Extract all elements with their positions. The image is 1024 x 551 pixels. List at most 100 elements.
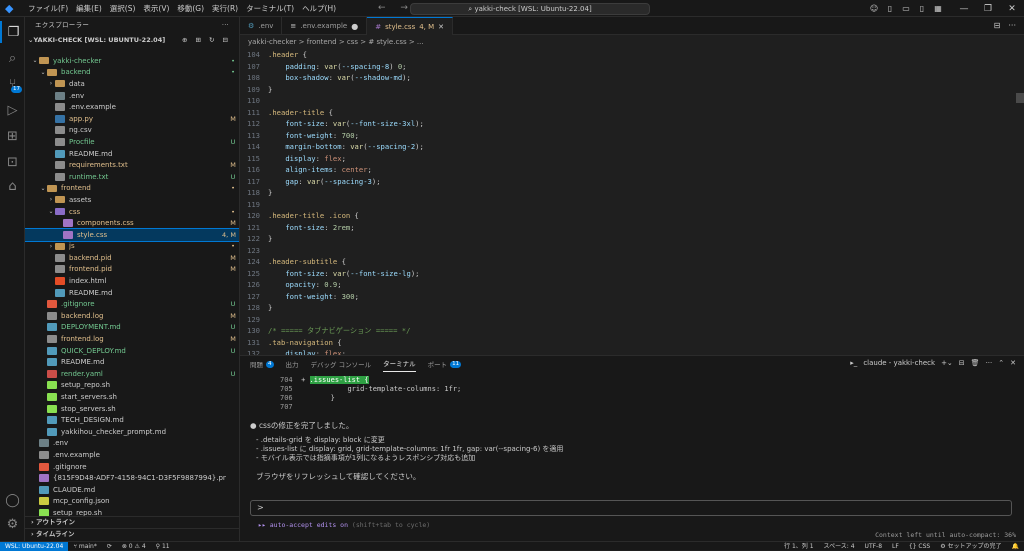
trash-icon[interactable]: 🗑 [971, 359, 980, 367]
indentation[interactable]: スペース: 4 [819, 542, 860, 551]
tree-item[interactable]: ⌄ css • [25, 206, 239, 218]
tree-item[interactable]: README.md [25, 148, 239, 160]
language-mode[interactable]: {} CSS [904, 542, 935, 551]
minimize-icon[interactable]: — [952, 4, 976, 14]
tree-item[interactable]: yakkihou_checker_prompt.md [25, 426, 239, 438]
tree-item[interactable]: frontend.pid M [25, 264, 239, 276]
split-terminal-icon[interactable]: ⊟ [959, 359, 965, 367]
menu-selection[interactable]: 選択(S) [106, 0, 140, 17]
tab-style-css[interactable]: # style.css 4, M ✕ [367, 17, 454, 35]
maximize-panel-icon[interactable]: ⌃ [998, 359, 1004, 367]
tree-item[interactable]: components.css M [25, 217, 239, 229]
branch-icon[interactable]: ⑂ main* [68, 542, 102, 551]
split-editor-icon[interactable]: ⊟ [994, 21, 1001, 30]
tree-item[interactable]: .env.example [25, 449, 239, 461]
notifications-icon[interactable]: 🔔 [1007, 542, 1024, 551]
tree-item[interactable]: stop_servers.sh [25, 403, 239, 415]
scrollbar[interactable] [1016, 49, 1024, 355]
tree-item[interactable]: runtime.txt U [25, 171, 239, 183]
toggle-secondary-sidebar-icon[interactable]: ▯ [914, 4, 930, 13]
source-control-icon[interactable]: ⑂ 17 [0, 73, 25, 95]
eol[interactable]: LF [887, 542, 904, 551]
tree-item[interactable]: Procfile U [25, 136, 239, 148]
menu-edit[interactable]: 編集(E) [72, 0, 106, 17]
toggle-panel-icon[interactable]: ▭ [898, 4, 914, 13]
copilot-icon[interactable]: ☺ [866, 4, 882, 13]
remote-indicator[interactable]: WSL: Ubuntu-22.04 [0, 541, 69, 551]
tree-item[interactable]: .env [25, 438, 239, 450]
panel-tab[interactable]: 出力 [286, 359, 299, 369]
prompt-input[interactable]: > [250, 500, 1012, 516]
extensions-icon[interactable]: ⊞ [0, 125, 25, 147]
tree-item[interactable]: .gitignore U [25, 298, 239, 310]
new-terminal-icon[interactable]: +⌄ [941, 359, 953, 367]
terminal-output[interactable]: 704 + .issues-list {705 grid-template-co… [250, 376, 1020, 482]
tree-item[interactable]: TECH_DESIGN.md [25, 414, 239, 426]
tree-item[interactable]: ⌄ yakki-checker • [25, 55, 239, 67]
problems-status[interactable]: ⊗ 0 ⚠ 4 [117, 542, 151, 551]
close-panel-icon[interactable]: ✕ [1010, 359, 1016, 367]
setup-status[interactable]: ⚙ セットアップの完了 [935, 542, 1006, 551]
tree-item[interactable]: › js • [25, 241, 239, 253]
tree-item[interactable]: README.md [25, 356, 239, 368]
breadcrumb[interactable]: yakki-checker > frontend > css > # style… [240, 35, 1024, 49]
tree-item[interactable]: app.py M [25, 113, 239, 125]
menu-view[interactable]: 表示(V) [139, 0, 173, 17]
ports-status[interactable]: ⚲ 11 [151, 542, 175, 551]
workspace-root[interactable]: ⌄ YAKKI-CHECK [WSL: UBUNTU-22.04] ⊕ ⊞ ↻ … [25, 34, 239, 47]
panel-tab[interactable]: デバッグ コンソール [311, 359, 372, 369]
outline-section[interactable]: › アウトライン [25, 516, 239, 527]
explorer-actions[interactable]: ⊕ ⊞ ↻ ⊟ [182, 34, 231, 47]
tree-item[interactable]: ⌄ frontend • [25, 183, 239, 195]
tree-item[interactable]: .gitignore [25, 461, 239, 473]
bookmark-icon[interactable]: ⌂ [0, 175, 25, 197]
sync-icon[interactable]: ⟳ [102, 542, 117, 551]
panel-tab[interactable]: ターミナル [383, 356, 416, 372]
tree-item[interactable]: ng.csv [25, 125, 239, 137]
tree-item[interactable]: DEPLOYMENT.md U [25, 322, 239, 334]
customize-layout-icon[interactable]: ▦ [930, 4, 946, 13]
tree-item[interactable]: CLAUDE.md [25, 484, 239, 496]
remote-explorer-icon[interactable]: ⊡ [0, 151, 25, 173]
tree-item[interactable]: requirements.txt M [25, 159, 239, 171]
tree-item[interactable]: render.yaml U [25, 368, 239, 380]
search-view-icon[interactable]: ⌕ [0, 47, 25, 69]
run-debug-icon[interactable]: ▷ [0, 99, 25, 121]
scrollbar-thumb[interactable] [1016, 93, 1024, 103]
tree-item[interactable]: setup_repo.sh [25, 380, 239, 392]
menu-help[interactable]: ヘルプ(H) [298, 0, 340, 17]
explorer-icon[interactable]: ❐ [0, 21, 25, 43]
close-tab-icon[interactable]: ✕ [438, 23, 444, 31]
menu-go[interactable]: 移動(G) [173, 0, 208, 17]
tree-item[interactable]: › assets [25, 194, 239, 206]
panel-tab[interactable]: ポート 11 [428, 359, 462, 369]
tree-item[interactable]: index.html [25, 275, 239, 287]
code-editor[interactable]: 104 .header {107 padding: var(--spacing-8… [240, 49, 1024, 355]
menu-file[interactable]: ファイル(F) [24, 0, 72, 17]
tab-env-example[interactable]: ≡ .env.example ● [282, 17, 368, 35]
tree-item[interactable]: README.md [25, 287, 239, 299]
cursor-position[interactable]: 行 1、列 1 [779, 542, 818, 551]
settings-gear-icon[interactable]: ⚙ [0, 513, 25, 535]
toggle-sidebar-icon[interactable]: ▯ [882, 4, 898, 13]
more-actions-icon[interactable]: ··· [986, 359, 993, 367]
tree-item[interactable]: › data [25, 78, 239, 90]
tree-item[interactable]: .env [25, 90, 239, 102]
terminal-name[interactable]: claude - yakki-check [863, 359, 935, 367]
tree-item[interactable]: frontend.log M [25, 333, 239, 345]
tab-env[interactable]: ⚙ .env [240, 17, 283, 35]
nav-arrows[interactable]: ← → [378, 3, 414, 13]
menu-run[interactable]: 実行(R) [208, 0, 242, 17]
encoding[interactable]: UTF-8 [860, 542, 888, 551]
tree-item[interactable]: start_servers.sh [25, 391, 239, 403]
modified-dot-icon[interactable]: ● [351, 22, 358, 31]
account-icon[interactable]: ◯ [0, 489, 25, 511]
menu-terminal[interactable]: ターミナル(T) [242, 0, 298, 17]
more-actions-icon[interactable]: ··· [222, 17, 229, 34]
tree-item[interactable]: style.css 4, M [25, 227, 239, 242]
tree-item[interactable]: ⌄ backend • [25, 67, 239, 79]
more-actions-icon[interactable]: ··· [1008, 21, 1016, 30]
tree-item[interactable]: mcp_config.json [25, 496, 239, 508]
tree-item[interactable]: .env.example [25, 101, 239, 113]
restore-icon[interactable]: ❐ [976, 4, 1000, 14]
